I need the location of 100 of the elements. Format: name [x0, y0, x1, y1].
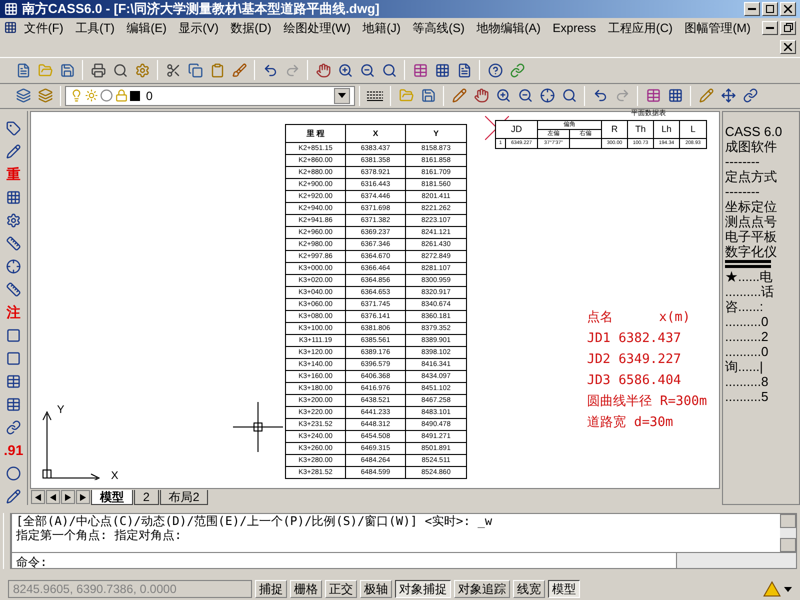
tool-icon [6, 236, 21, 251]
tool-icon [646, 88, 660, 104]
status-toggle[interactable]: 正交 [325, 580, 357, 598]
menu-item[interactable]: 文件(F) [19, 18, 68, 37]
side-panel-item[interactable]: ..........话 [725, 284, 799, 300]
side-panel-item[interactable]: -------- [725, 154, 799, 170]
crosshair-cursor-icon [233, 402, 283, 452]
side-panel-item[interactable]: 数字化仪 [725, 244, 799, 260]
menu-item[interactable]: 数据(D) [226, 18, 276, 37]
side-panel-item[interactable]: ..........2 [725, 329, 799, 344]
tab-scroll-button[interactable] [46, 490, 60, 504]
tab-scroll-button[interactable] [76, 490, 90, 504]
layout-tab[interactable]: 模型 [91, 490, 133, 505]
right-arrow-icon [65, 494, 71, 501]
annotation-value: d=30m [634, 414, 674, 432]
side-panel-item[interactable]: 定点方式 [725, 169, 799, 184]
maximize-button[interactable] [762, 2, 778, 16]
status-toggle[interactable]: 对象捕捉 [395, 580, 451, 598]
tab-scroll-button[interactable] [61, 490, 75, 504]
tool-button[interactable] [6, 211, 21, 230]
menu-item[interactable]: 工程应用(C) [603, 18, 678, 37]
command-history-line: [全部(A)/中心点(C)/动态(D)/范围(E)/上一个(P)/比例(S)/窗口(W)] <实时>: _w [16, 514, 494, 528]
close-button[interactable] [780, 40, 796, 54]
tool-icon [6, 120, 21, 136]
minimize-button[interactable] [762, 20, 778, 35]
layer-dropdown[interactable]: 0 [65, 86, 355, 106]
side-panel-item[interactable]: 测点点号 [725, 214, 799, 230]
menu-item[interactable]: Express [548, 18, 602, 37]
status-toggle[interactable]: 对象追踪 [454, 580, 510, 598]
scroll-up-button[interactable] [780, 514, 796, 528]
side-panel-item[interactable]: ..........5 [725, 389, 799, 404]
status-toggle[interactable]: 极轴 [360, 580, 392, 598]
tool-icon [540, 88, 554, 104]
side-panel-item[interactable]: ..........0 [725, 344, 799, 360]
tool-icon [592, 88, 608, 104]
lock-icon [115, 89, 128, 102]
layout-tab[interactable]: 布局2 [160, 490, 208, 505]
column-header: Y [432, 128, 440, 140]
sun-icon [85, 89, 98, 102]
tool-button[interactable] [6, 487, 21, 506]
side-panel-item[interactable]: 咨......: [725, 299, 799, 314]
side-panel-item[interactable]: 坐标定位 [725, 199, 799, 214]
tool-icon [90, 62, 106, 78]
window-title: 南方CASS6.0 - [F:\同济大学测量教材\基本型道路平曲线.dwg] [22, 0, 380, 18]
tool-icon [6, 258, 21, 274]
tool-button[interactable] [6, 142, 21, 160]
annotation-label: JD3 [587, 372, 610, 390]
status-toggle[interactable]: 线宽 [513, 580, 545, 598]
tool-icon [668, 88, 682, 104]
column-header: Lh [654, 121, 680, 138]
side-panel-item[interactable]: ..........8 [725, 374, 799, 390]
restore-button[interactable] [780, 20, 796, 35]
tool-icon [6, 212, 21, 228]
scroll-down-button[interactable] [780, 538, 796, 552]
side-panel-item[interactable]: CASS 6.0 [725, 124, 799, 140]
close-icon [784, 43, 792, 52]
side-panel-item[interactable]: 询......| [725, 359, 799, 374]
menu-item[interactable]: 地籍(J) [358, 18, 406, 37]
document-icon [4, 21, 17, 34]
side-panel-item[interactable]: ★......电 [725, 269, 799, 284]
menu-item[interactable]: 地物编辑(A) [472, 18, 546, 37]
tool-button[interactable] [6, 418, 21, 436]
command-history-line: 指定第一个角点: 指定对角点: [16, 528, 183, 542]
tab-scroll-button[interactable] [31, 490, 45, 504]
column-header: R [602, 121, 628, 138]
tool-button[interactable] [6, 464, 21, 482]
tool-icon [382, 62, 396, 78]
menu-item[interactable]: 绘图处理(W) [278, 18, 356, 37]
side-panel-item[interactable]: 成图软件 [725, 139, 799, 154]
tool-icon [518, 88, 532, 104]
tool-icon [420, 88, 436, 104]
layout-tab[interactable]: 2 [134, 490, 159, 505]
status-toggle[interactable]: 捕捉 [255, 580, 287, 598]
menu-item[interactable]: 图幅管理(M) [680, 18, 756, 37]
tool-icon [232, 62, 246, 78]
annotation-label: 道路宽 [587, 414, 626, 432]
column-header: X [346, 125, 406, 142]
close-button[interactable] [780, 2, 796, 16]
tool-button[interactable] [6, 234, 21, 252]
menu-item[interactable]: 工具(T) [70, 18, 120, 37]
column-header: 里 程 [286, 125, 346, 142]
tool-button[interactable] [6, 280, 21, 298]
minimize-icon [766, 26, 774, 29]
left-arrow-icon [35, 494, 41, 501]
tool-button[interactable] [6, 119, 21, 138]
axis-label: Y [57, 403, 64, 418]
menu-item[interactable]: 等高线(S) [408, 18, 470, 37]
side-panel-item[interactable]: -------- [725, 184, 799, 200]
menu-item[interactable]: 编辑(E) [122, 18, 172, 37]
minimize-button[interactable] [744, 2, 760, 16]
coordinate-display: 8245.9605, 6390.7386, 0.0000 [8, 580, 252, 598]
tool-icon [262, 62, 278, 78]
status-toggle[interactable]: 栅格 [290, 580, 322, 598]
side-panel-item[interactable]: ..........0 [725, 314, 799, 330]
status-toggle[interactable]: 模型 [548, 580, 580, 598]
tool-icon [398, 88, 414, 104]
side-panel-item[interactable]: 电子平板 [725, 229, 799, 244]
tool-button[interactable] [6, 257, 21, 276]
tool-icon [434, 62, 450, 78]
menu-item[interactable]: 显示(V) [174, 18, 224, 37]
